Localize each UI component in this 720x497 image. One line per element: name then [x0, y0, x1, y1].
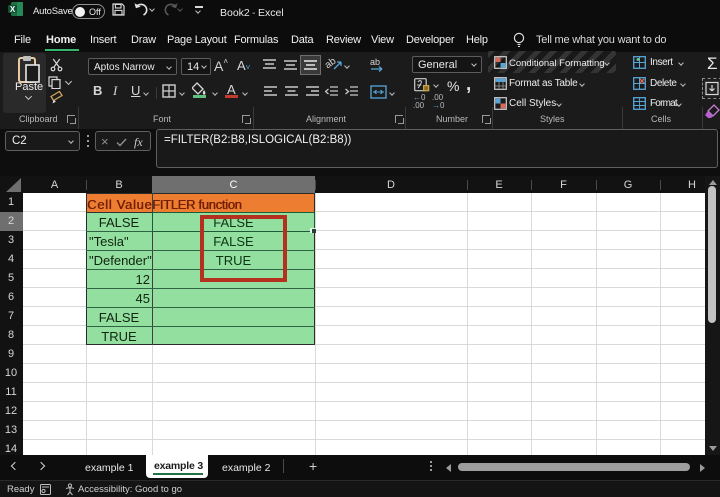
svg-text:X: X	[10, 5, 16, 14]
svg-text:ab: ab	[370, 57, 380, 67]
